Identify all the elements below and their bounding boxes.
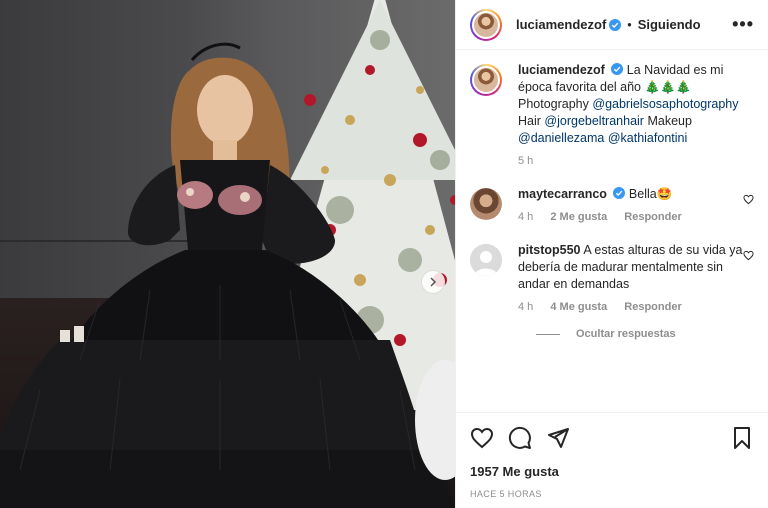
post-header: luciamendezof • Siguiendo ••• <box>456 0 768 50</box>
hide-replies-label[interactable]: Ocultar respuestas <box>576 328 676 340</box>
caption-hair-label: Hair <box>518 114 541 128</box>
action-bar <box>456 412 768 462</box>
author-username[interactable]: luciamendezof <box>516 17 606 32</box>
comment-meta: 4 h 2 Me gusta Responder <box>518 209 754 226</box>
mention-photographer[interactable]: @gabrielsosaphotography <box>592 97 738 111</box>
post-photo[interactable] <box>0 0 455 508</box>
following-button[interactable]: Siguiendo <box>638 17 701 32</box>
verified-badge-icon <box>611 63 624 75</box>
post-timestamp[interactable]: HACE 5 HORAS <box>470 489 542 499</box>
comment-item: maytecarranco Bella🤩 4 h 2 Me gusta Resp… <box>470 186 754 226</box>
comment-meta: 4 h 4 Me gusta Responder <box>518 299 754 316</box>
more-options-icon[interactable]: ••• <box>732 14 754 35</box>
mention-hair[interactable]: @jorgebeltranhair <box>544 114 644 128</box>
reply-button[interactable]: Responder <box>624 211 681 223</box>
comments-list: luciamendezof La Navidad es mi época fav… <box>456 62 768 412</box>
caption-username[interactable]: luciamendezof <box>518 63 605 77</box>
commenter-avatar[interactable] <box>470 244 502 276</box>
mention-makeup-1[interactable]: @daniellezama <box>518 131 604 145</box>
commenter-avatar[interactable] <box>470 188 502 220</box>
chevron-right-icon <box>430 277 437 287</box>
verified-badge-icon <box>613 187 626 199</box>
caption-makeup-label: Makeup <box>647 114 692 128</box>
heart-icon[interactable] <box>470 426 494 450</box>
comment-time[interactable]: 4 h <box>518 301 533 313</box>
verified-badge-icon <box>609 18 622 31</box>
bookmark-icon[interactable] <box>730 426 754 450</box>
divider-line <box>536 333 560 335</box>
comment-text: Bella🤩 <box>628 187 673 201</box>
share-icon[interactable] <box>546 426 570 450</box>
author-avatar[interactable] <box>470 8 502 41</box>
heart-icon[interactable] <box>743 194 754 205</box>
caption-meta: 5 h <box>518 153 754 170</box>
reply-button[interactable]: Responder <box>624 301 681 313</box>
comment-likes[interactable]: 2 Me gusta <box>550 211 607 223</box>
hide-replies-button[interactable]: Ocultar respuestas <box>536 328 754 340</box>
mention-makeup-2[interactable]: @kathiafontini <box>608 131 687 145</box>
caption-time[interactable]: 5 h <box>518 155 533 167</box>
author-avatar-caption[interactable] <box>470 64 502 96</box>
comment-likes[interactable]: 4 Me gusta <box>550 301 607 313</box>
post-caption: luciamendezof La Navidad es mi época fav… <box>470 62 754 170</box>
comment-username[interactable]: maytecarranco <box>518 187 607 201</box>
like-count[interactable]: 1957 Me gusta <box>470 464 559 479</box>
comment-time[interactable]: 4 h <box>518 211 533 223</box>
heart-icon[interactable] <box>743 250 754 261</box>
woman-in-black-gown <box>0 42 455 508</box>
comment-icon[interactable] <box>508 426 532 450</box>
default-avatar-icon <box>470 244 502 276</box>
post-side-panel: luciamendezof • Siguiendo ••• luciamende… <box>455 0 768 508</box>
comment-item: pitstop550 A estas alturas de su vida ya… <box>470 242 754 316</box>
next-photo-button[interactable] <box>421 270 445 294</box>
separator-dot: • <box>627 17 632 32</box>
comment-username[interactable]: pitstop550 <box>518 243 581 257</box>
